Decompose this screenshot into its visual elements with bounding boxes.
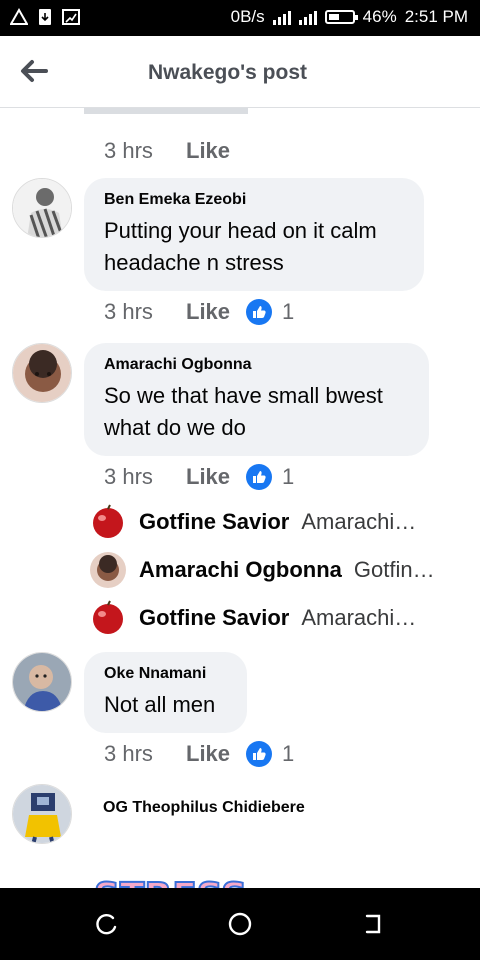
comment-text: Not all men [104,692,216,717]
avatar[interactable] [12,784,72,844]
reaction-summary[interactable]: 1 [246,299,294,325]
reaction-count: 1 [282,299,295,324]
post-header: Nwakego's post [0,36,480,108]
signal-icon [272,9,291,25]
recent-apps-icon[interactable] [93,910,121,938]
comment-time: 3 hrs [104,299,153,324]
reply-avatar [90,504,126,540]
reply-text: Gotfin… [353,557,435,582]
avatar[interactable] [12,178,72,238]
comment-meta-top: 3 hrs Like [104,138,230,164]
reaction-summary[interactable]: 1 [246,464,294,490]
thumbs-up-icon [246,741,273,767]
avatar-photo [13,653,71,711]
like-button[interactable]: Like [186,299,230,325]
comment-author[interactable]: Oke Nnamani [104,665,227,683]
avatar[interactable] [12,652,72,712]
comment-bubble[interactable]: Ben Emeka Ezeobi Putting your head on it… [84,178,424,291]
reply-preview[interactable]: Gotfine Savior Amarachi… [90,600,460,636]
comment-text: So we that have small bwest what do we d… [104,383,383,440]
reaction-count: 1 [282,464,295,489]
comment-text: Putting your head on it calm headache n … [104,218,377,275]
status-bar: 0B/s 46% 2:51 PM [0,0,480,36]
page-title: Nwakego's post [147,61,308,84]
avatar-photo [13,179,71,237]
signal-icon-2 [298,9,317,25]
avatar-photo [13,344,71,402]
stress-sticker-image: STRESS [93,875,248,888]
reply-text: Amarachi… [301,605,417,630]
comment-bubble[interactable]: Amarachi Ogbonna So we that have small b… [84,343,429,456]
reply-avatar [90,600,126,636]
reaction-count: 1 [282,741,295,766]
comment-author[interactable]: OG Theophilus Chidiebere [103,799,305,817]
network-speed: 0B/s [230,7,265,26]
thumbs-up-icon [246,299,273,325]
thumbs-up-icon [246,464,273,490]
back-icon[interactable] [359,910,387,938]
avatar[interactable] [12,343,72,403]
like-button[interactable]: Like [186,138,230,164]
warning-icon [10,8,28,25]
avatar-photo [13,785,71,843]
android-nav-bar [0,888,480,960]
comment-time: 3 hrs [104,741,153,766]
reaction-summary[interactable]: 1 [246,741,294,767]
status-left-icons [10,8,80,26]
reply-preview[interactable]: Gotfine Savior Amarachi… [90,504,460,540]
screen-cast-icon [62,9,80,25]
previous-comment-image-edge [84,108,248,114]
like-button[interactable]: Like [186,741,230,767]
comment-bubble[interactable]: Oke Nnamani Not all men [84,652,247,733]
reply-preview[interactable]: Amarachi Ogbonna Gotfin… [90,552,460,588]
reply-author: Gotfine Savior [139,509,290,534]
battery-icon [324,10,358,24]
comment-meta: 3 hrs Like 1 [104,741,294,767]
comment-author[interactable]: Ben Emeka Ezeobi [104,191,404,209]
reply-author: Gotfine Savior [139,605,290,630]
comment-time: 3 hrs [104,138,153,163]
battery-level [328,14,339,20]
home-icon[interactable] [226,910,254,938]
comment-meta: 3 hrs Like 1 [104,299,294,325]
comment-time: 3 hrs [104,464,153,489]
reply-text: Amarachi… [301,509,417,534]
comment-author[interactable]: Amarachi Ogbonna [104,356,409,374]
comment-meta: 3 hrs Like 1 [104,464,294,490]
reply-avatar [90,552,126,588]
sticker-text: STRESS [94,876,247,888]
clock: 2:51 PM [404,7,468,26]
battery-percent: 46% [362,7,397,26]
comment-sticker[interactable]: STRESS [90,858,250,888]
reply-author: Amarachi Ogbonna [139,557,342,582]
like-button[interactable]: Like [186,464,230,490]
file-download-icon [39,9,51,25]
status-right: 0B/s 46% 2:51 PM [231,7,468,27]
